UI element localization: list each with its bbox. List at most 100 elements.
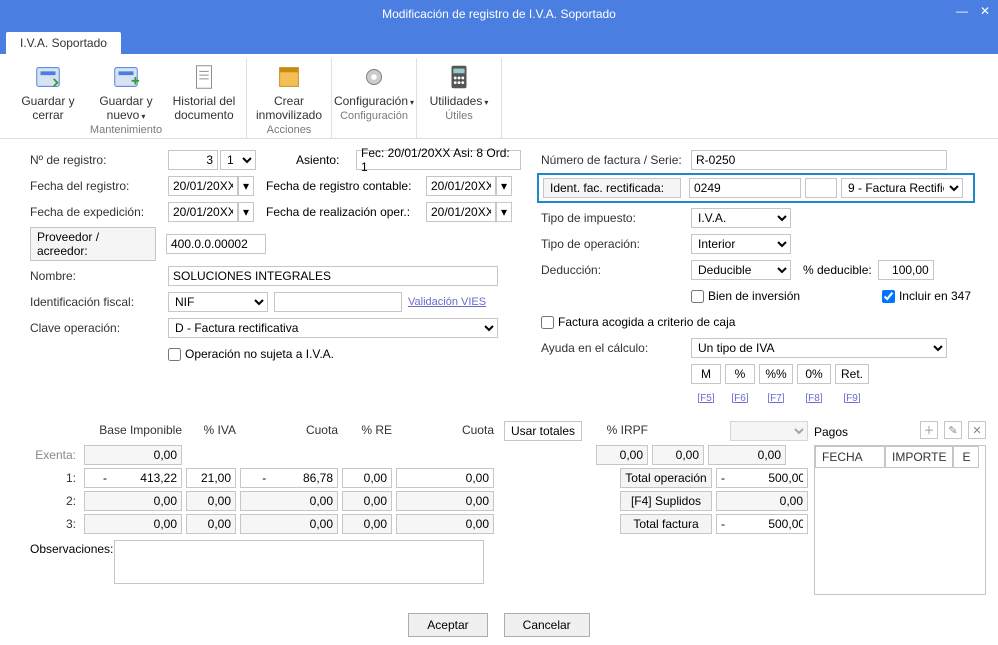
close-button[interactable]: ✕ <box>980 4 990 18</box>
asiento-button[interactable]: Fec: 20/01/20XX Asi: 8 Ord: 1 <box>356 150 521 170</box>
observaciones-label: Observaciones: <box>30 540 110 556</box>
validacion-vies-link[interactable]: Validación VIES <box>408 296 486 308</box>
f8-hint: [F8] <box>797 393 831 404</box>
f5-hint: [F5] <box>691 393 721 404</box>
ribbon-historial[interactable]: Historial del documento <box>170 60 238 122</box>
hdr-cuota: Cuota <box>240 423 338 439</box>
fecha-reg-contable-picker[interactable]: ▾ <box>496 176 512 196</box>
calc-pctpct-button[interactable]: %% <box>759 364 793 384</box>
ribbon-group-configuracion: Configuración <box>340 110 408 122</box>
r1-pctiva-input[interactable] <box>186 468 236 488</box>
pagos-delete-button[interactable]: ✕ <box>968 421 986 439</box>
tipo-operacion-select[interactable]: Interior <box>691 234 791 254</box>
fecha-registro-picker[interactable]: ▾ <box>238 176 254 196</box>
cancelar-button[interactable]: Cancelar <box>504 613 590 637</box>
asiento-label: Asiento: <box>296 153 356 167</box>
fecha-registro-label: Fecha del registro: <box>30 179 168 193</box>
fecha-expedicion-input[interactable] <box>168 202 238 222</box>
aceptar-button[interactable]: Aceptar <box>408 613 487 637</box>
ident-rectificada-button[interactable]: Ident. fac. rectificada: <box>543 178 681 198</box>
irpf-select[interactable] <box>730 421 808 441</box>
f9-hint: [F9] <box>835 393 869 404</box>
minimize-button[interactable]: — <box>956 4 968 18</box>
suplidos-button[interactable]: [F4] Suplidos <box>620 491 712 511</box>
r2-pctiva-input[interactable] <box>186 491 236 511</box>
usar-totales-button[interactable]: Usar totales <box>504 421 582 441</box>
fecha-realizacion-picker[interactable]: ▾ <box>496 202 512 222</box>
ribbon-crear-inmovilizado[interactable]: Crear inmovilizado <box>255 60 323 122</box>
n-registro-input[interactable] <box>168 150 218 170</box>
ident-rectificada-tipo-select[interactable]: 9 - Factura Rectificativa <box>841 178 963 198</box>
ribbon-configuracion[interactable]: Configuración▾ <box>340 60 408 108</box>
bien-inversion-checkbox[interactable]: Bien de inversión <box>691 289 800 303</box>
irpf-v2-input[interactable] <box>652 445 704 465</box>
r2-cuota-input[interactable] <box>240 491 338 511</box>
fecha-realizacion-input[interactable] <box>426 202 496 222</box>
r2-base-input[interactable] <box>84 491 182 511</box>
tipo-impuesto-select[interactable]: I.V.A. <box>691 208 791 228</box>
irpf-v3-input[interactable] <box>708 445 786 465</box>
nombre-input[interactable] <box>168 266 498 286</box>
ribbon-guardar-cerrar[interactable]: Guardar y cerrar <box>14 60 82 122</box>
r3-cuota2-input[interactable] <box>396 514 494 534</box>
calc-ret-button[interactable]: Ret. <box>835 364 869 384</box>
hdr-pctirpf: % IRPF <box>596 423 648 439</box>
row-exenta-label: Exenta: <box>30 448 80 462</box>
save-new-icon <box>111 62 141 92</box>
calc-pct-button[interactable]: % <box>725 364 755 384</box>
suplidos-value <box>716 491 808 511</box>
pagos-edit-button[interactable]: ✎ <box>944 421 962 439</box>
ribbon-utilidades[interactable]: Utilidades▾ <box>425 60 493 108</box>
r3-cuota-input[interactable] <box>240 514 338 534</box>
hdr-base: Base Imponible <box>84 423 182 439</box>
save-close-icon <box>33 62 63 92</box>
proveedor-input[interactable] <box>166 234 266 254</box>
ribbon-guardar-nuevo[interactable]: Guardar y nuevo▾ <box>92 60 160 122</box>
calc-m-button[interactable]: M <box>691 364 721 384</box>
proveedor-button[interactable]: Proveedor / acreedor: <box>30 227 156 261</box>
fecha-reg-contable-input[interactable] <box>426 176 496 196</box>
r1-pctre-input[interactable] <box>342 468 392 488</box>
num-factura-label: Número de factura / Serie: <box>541 153 691 167</box>
fecha-reg-contable-label: Fecha de registro contable: <box>266 179 426 193</box>
id-fiscal-tipo-select[interactable]: NIF <box>168 292 268 312</box>
pct-deducible-input[interactable] <box>878 260 934 280</box>
r3-pctiva-input[interactable] <box>186 514 236 534</box>
exenta-base-input[interactable] <box>84 445 182 465</box>
row-3-label: 3: <box>30 517 80 531</box>
id-fiscal-input[interactable] <box>274 292 402 312</box>
r3-pctre-input[interactable] <box>342 514 392 534</box>
deduccion-select[interactable]: Deducible <box>691 260 791 280</box>
document-icon <box>189 62 219 92</box>
row-1-label: 1: <box>30 471 80 485</box>
tab-iva-soportado[interactable]: I.V.A. Soportado <box>6 32 121 54</box>
hdr-cuota2: Cuota <box>396 423 494 439</box>
r2-pctre-input[interactable] <box>342 491 392 511</box>
r1-cuota2-input[interactable] <box>396 468 494 488</box>
r2-cuota2-input[interactable] <box>396 491 494 511</box>
clave-operacion-select[interactable]: D - Factura rectificativa <box>168 318 498 338</box>
fecha-registro-input[interactable] <box>168 176 238 196</box>
r1-cuota-input[interactable] <box>240 468 338 488</box>
pagos-col-importe[interactable]: IMPORTE <box>885 446 953 468</box>
incluir-347-checkbox[interactable]: Incluir en 347 <box>882 289 971 303</box>
pagos-grid[interactable]: FECHA IMPORTE E <box>814 445 986 595</box>
nombre-label: Nombre: <box>30 269 168 283</box>
r1-base-input[interactable] <box>84 468 182 488</box>
calc-0pct-button[interactable]: 0% <box>797 364 831 384</box>
ident-rectificada-input[interactable] <box>689 178 801 198</box>
ayuda-calculo-select[interactable]: Un tipo de IVA <box>691 338 947 358</box>
n-registro-seq-select[interactable]: 1 <box>220 150 256 170</box>
fecha-expedicion-picker[interactable]: ▾ <box>238 202 254 222</box>
irpf-v1-input[interactable] <box>596 445 648 465</box>
ident-rectificada-serie-input[interactable] <box>805 178 837 198</box>
r3-base-input[interactable] <box>84 514 182 534</box>
tipo-impuesto-label: Tipo de impuesto: <box>541 211 691 225</box>
factura-caja-checkbox[interactable]: Factura acogida a criterio de caja <box>541 315 735 329</box>
num-factura-input[interactable] <box>691 150 947 170</box>
pagos-col-e[interactable]: E <box>953 446 979 468</box>
op-no-sujeta-checkbox[interactable]: Operación no sujeta a I.V.A. <box>168 347 334 361</box>
observaciones-textarea[interactable] <box>114 540 484 584</box>
pagos-add-button[interactable]: ＋ <box>920 421 938 439</box>
pagos-col-fecha[interactable]: FECHA <box>815 446 885 468</box>
